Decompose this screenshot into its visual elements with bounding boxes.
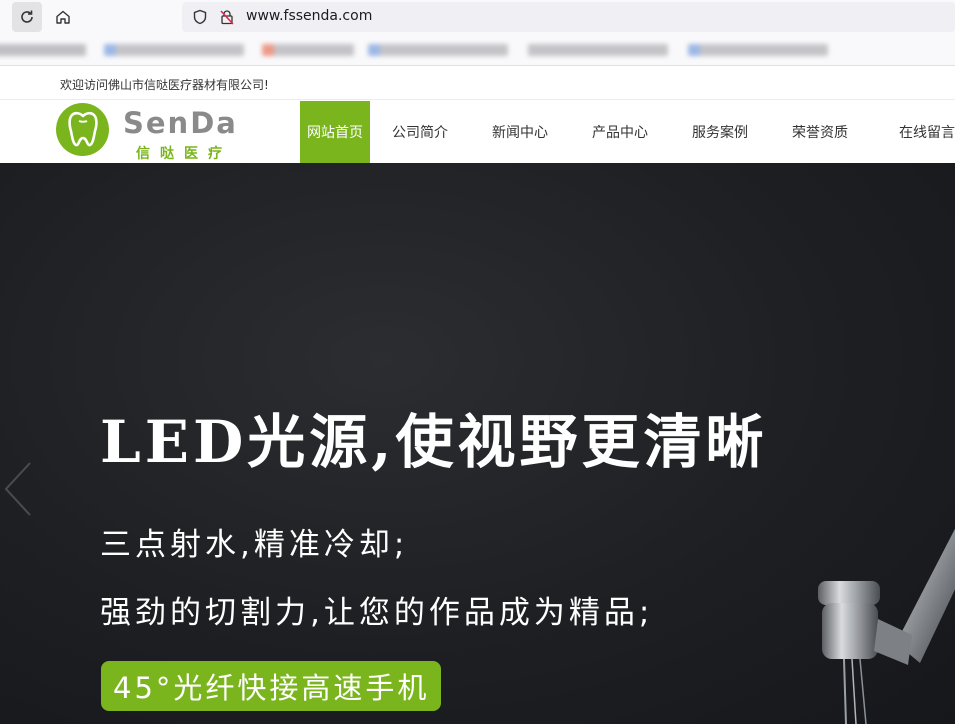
chevron-left-icon[interactable]: [2, 459, 34, 519]
tooth-icon: [56, 103, 109, 156]
home-button[interactable]: [48, 2, 78, 32]
address-bar[interactable]: www.fssenda.com: [182, 2, 955, 32]
bookmark-item[interactable]: [688, 44, 828, 56]
main-nav: 网站首页 公司简介 新闻中心 产品中心 服务案例 荣誉资质 在线留言: [300, 101, 955, 163]
bookmarks-bar: [0, 34, 955, 66]
nav-item-honors[interactable]: 荣誉资质: [770, 101, 870, 163]
bookmark-item[interactable]: [528, 44, 668, 56]
nav-item-cases[interactable]: 服务案例: [670, 101, 770, 163]
bookmark-item[interactable]: [0, 44, 86, 56]
reload-button[interactable]: [12, 2, 42, 32]
hero-subtitle-2: 强劲的切割力,让您的作品成为精品;: [100, 595, 654, 631]
nav-item-news[interactable]: 新闻中心: [470, 101, 570, 163]
hero-subtitle-1: 三点射水,精准冷却;: [100, 527, 409, 563]
browser-toolbar: www.fssenda.com: [0, 0, 955, 34]
bookmark-item[interactable]: [104, 44, 244, 56]
hero-product-badge[interactable]: 45°光纤快接高速手机: [101, 661, 442, 711]
nav-item-home[interactable]: 网站首页: [300, 101, 370, 163]
bookmark-item[interactable]: [368, 44, 508, 56]
reload-icon: [21, 10, 33, 23]
nav-item-products[interactable]: 产品中心: [570, 101, 670, 163]
dental-handpiece-image: [818, 528, 955, 724]
logo-text-en: SenDa: [123, 106, 238, 140]
insecure-lock-icon[interactable]: [219, 9, 235, 25]
bookmark-item[interactable]: [262, 44, 354, 56]
site-header: SenDa 信哒医疗 网站首页 公司简介 新闻中心 产品中心 服务案例 荣誉资质…: [0, 101, 955, 163]
home-icon: [56, 10, 70, 24]
nav-item-message[interactable]: 在线留言: [870, 101, 955, 163]
shield-icon[interactable]: [192, 9, 208, 25]
welcome-text: 欢迎访问佛山市信哒医疗器材有限公司!: [60, 78, 269, 92]
logo-text-cn: 信哒医疗: [136, 146, 232, 162]
hero-banner: LED光源,使视野更清晰 三点射水,精准冷却; 强劲的切割力,让您的作品成为精品…: [0, 163, 955, 724]
welcome-strip: 欢迎访问佛山市信哒医疗器材有限公司!: [0, 66, 955, 100]
url-text: www.fssenda.com: [246, 8, 373, 24]
site-logo[interactable]: SenDa 信哒医疗: [56, 103, 256, 162]
nav-item-about[interactable]: 公司简介: [370, 101, 470, 163]
hero-title: LED光源,使视野更清晰: [100, 408, 768, 476]
